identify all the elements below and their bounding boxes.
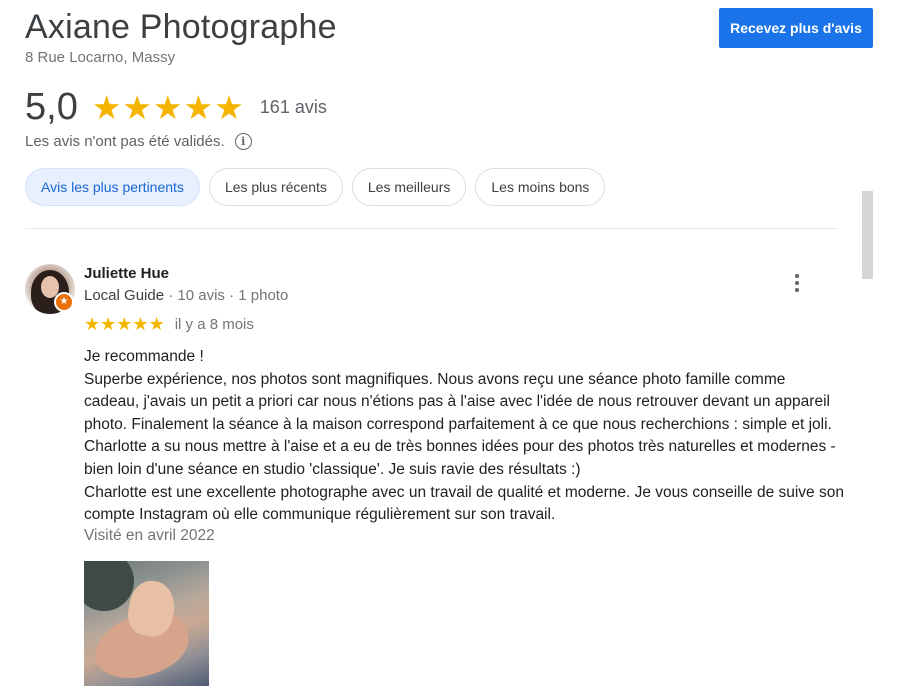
star-icon: ★ (132, 314, 149, 334)
star-icon: ★ (84, 314, 101, 334)
star-icon: ★ (122, 89, 153, 126)
sort-chip-newest[interactable]: Les plus récents (208, 168, 343, 206)
star-icon: ★ (183, 89, 214, 126)
more-options-button[interactable] (787, 270, 807, 296)
reviewer-stats: · 10 avis · 1 photo (164, 287, 289, 304)
local-guide-label: Local Guide (84, 287, 165, 304)
sort-chip-highest[interactable]: Les meilleurs (351, 168, 467, 206)
review-text-line: Je recommande ! (84, 348, 204, 365)
local-guide-badge-icon: ★ (54, 292, 74, 312)
business-title: Axiane Photographe (25, 8, 337, 46)
review-text: Je recommande ! Superbe expérience, nos … (84, 346, 844, 527)
notice-text: Les avis n'ont pas été validés. (25, 133, 225, 150)
photo-detail (84, 561, 134, 611)
scrollbar-thumb[interactable] (862, 191, 873, 279)
sort-chip-lowest[interactable]: Les moins bons (475, 168, 606, 206)
get-more-reviews-button[interactable]: Recevez plus d'avis (719, 8, 873, 48)
business-address: 8 Rue Locarno, Massy (25, 49, 176, 66)
sort-chip-relevant[interactable]: Avis les plus pertinents (25, 168, 200, 206)
more-vert-icon (795, 274, 799, 278)
review-text-line: Charlotte est une excellente photographe… (84, 483, 844, 524)
review-count: 161 avis (259, 97, 327, 117)
review-photo[interactable] (84, 561, 209, 686)
star-icon: ★ (91, 89, 122, 126)
average-rating: 5,0 (25, 86, 78, 128)
star-icon: ★ (148, 314, 165, 334)
review-date: il y a 8 mois (174, 315, 254, 333)
unverified-notice: Les avis n'ont pas été validés. i (25, 133, 252, 150)
rating-summary: 5,0 ★ ★ ★ ★ ★ 161 avis (25, 86, 327, 129)
star-icon: ★ (214, 89, 244, 126)
more-vert-dot (795, 288, 799, 292)
star-icon: ★ (100, 314, 117, 334)
star-icon: ★ (153, 89, 183, 126)
more-vert-dot (795, 281, 799, 285)
divider (25, 228, 838, 229)
info-icon[interactable]: i (234, 133, 252, 150)
sort-chips: Avis les plus pertinents Les plus récent… (25, 168, 606, 206)
review-text-line: Superbe expérience, nos photos sont magn… (84, 370, 836, 478)
reviewer-name[interactable]: Juliette Hue (84, 265, 169, 282)
review-rating: ★ ★ ★ ★ ★ il y a 8 mois (84, 315, 254, 333)
reviewer-meta: Local Guide · 10 avis · 1 photo (84, 287, 288, 304)
review-stars: ★ ★ ★ ★ ★ (84, 315, 165, 333)
visited-date: Visité en avril 2022 (84, 527, 215, 544)
rating-stars: ★ ★ ★ ★ ★ (92, 91, 244, 124)
star-icon: ★ (116, 314, 133, 334)
